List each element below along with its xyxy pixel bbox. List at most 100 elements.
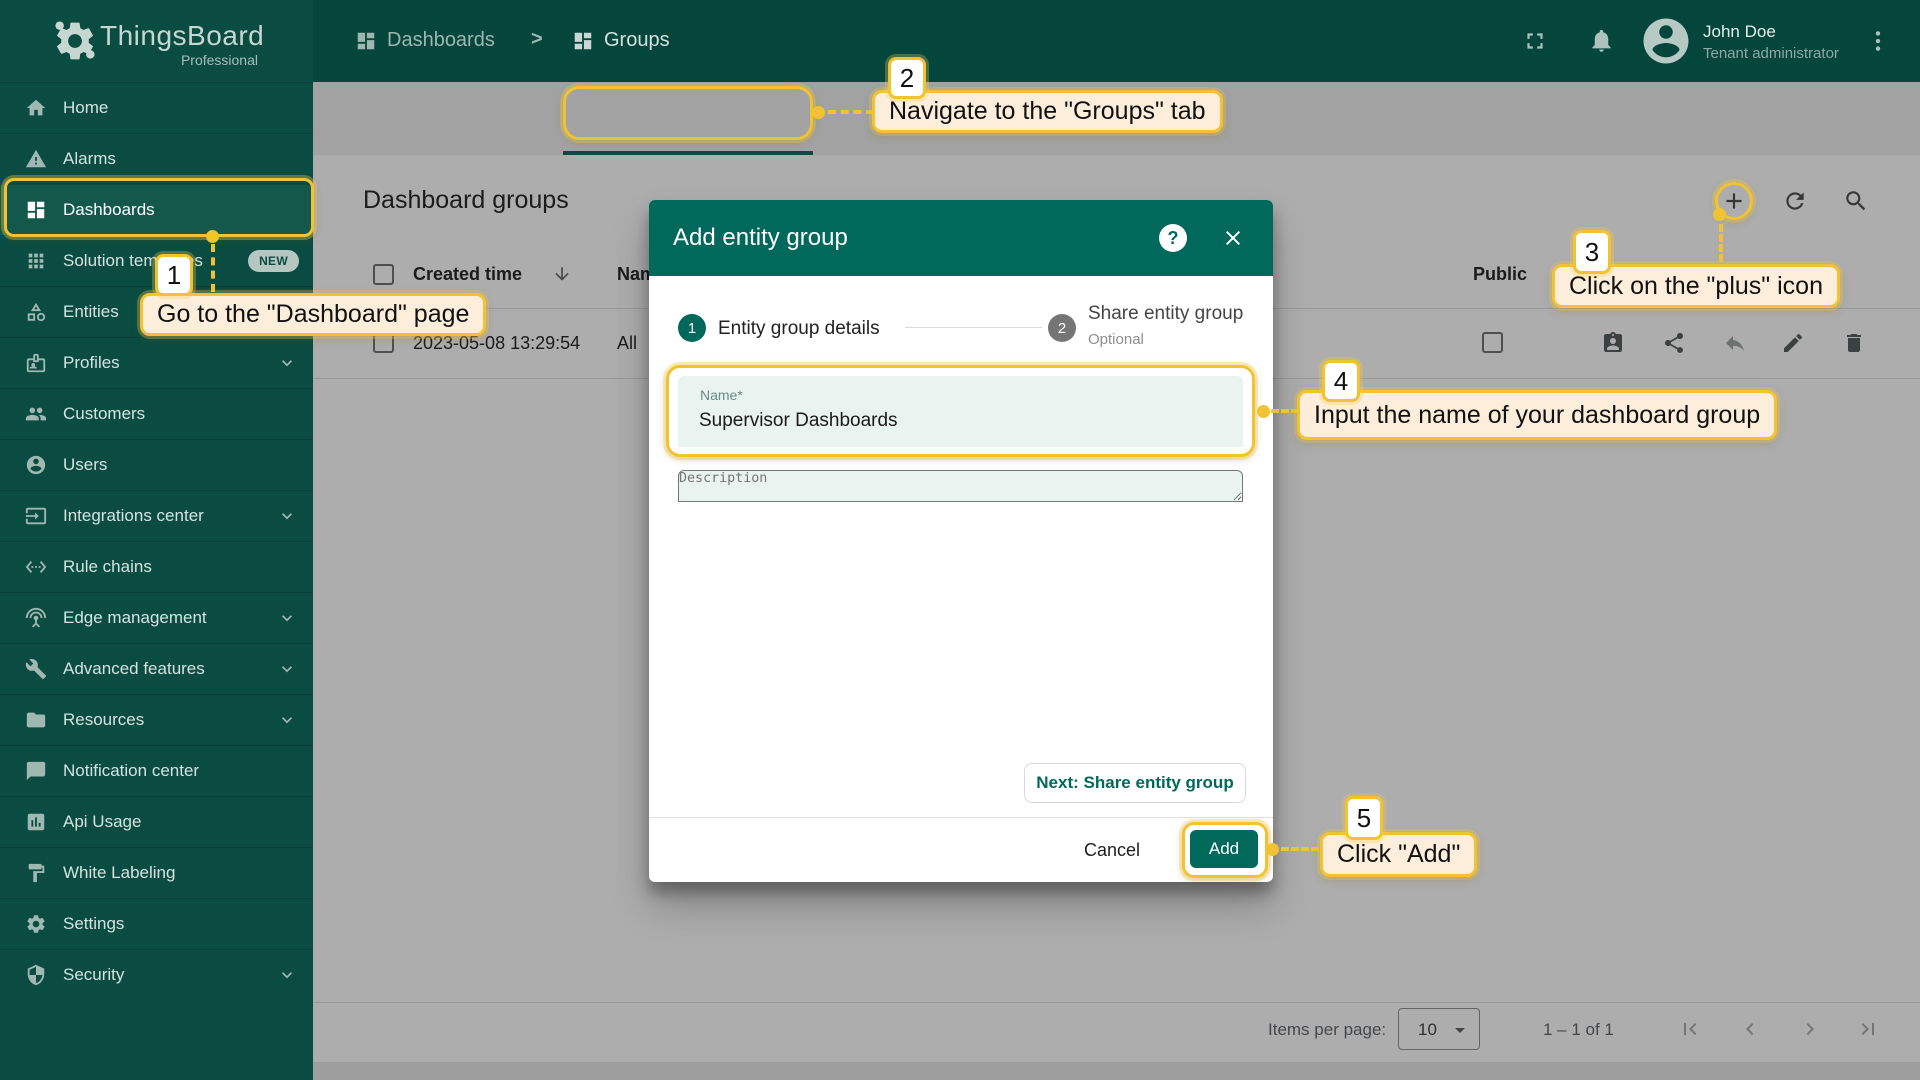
kebab-menu-icon[interactable] bbox=[1865, 28, 1891, 54]
integration-icon bbox=[25, 505, 47, 527]
help-icon[interactable]: ? bbox=[1159, 224, 1187, 252]
breadcrumb-groups: Groups bbox=[604, 29, 670, 52]
close-icon[interactable] bbox=[1221, 226, 1245, 250]
chevron-down-icon bbox=[277, 710, 297, 730]
message-icon bbox=[25, 760, 47, 782]
breadcrumb-separator: > bbox=[531, 28, 543, 51]
sidebar-item-settings[interactable]: Settings bbox=[0, 898, 313, 949]
highlight-dashboards-item bbox=[4, 178, 314, 237]
annotation-text-1: Go to the "Dashboard" page bbox=[140, 293, 486, 336]
shield-icon bbox=[25, 964, 47, 986]
step-1-label: Entity group details bbox=[718, 318, 880, 340]
chevron-down-icon bbox=[277, 965, 297, 985]
connector-line-1 bbox=[211, 244, 215, 292]
step-2-hint: Optional bbox=[1088, 331, 1144, 348]
avatar[interactable] bbox=[1639, 14, 1693, 68]
next-share-entity-group-button[interactable]: Next: Share entity group bbox=[1024, 763, 1246, 803]
fullscreen-icon[interactable] bbox=[1522, 28, 1548, 54]
sidebar-item-label: Advanced features bbox=[63, 659, 205, 679]
sidebar-item-integrations-center[interactable]: Integrations center bbox=[0, 490, 313, 541]
sidebar-item-label: Profiles bbox=[63, 353, 120, 373]
badge-icon bbox=[25, 352, 47, 374]
sidebar-item-advanced-features[interactable]: Advanced features bbox=[0, 643, 313, 694]
stepper-divider bbox=[905, 327, 1042, 328]
bar-chart-icon bbox=[25, 811, 47, 833]
sidebar-item-edge-management[interactable]: Edge management bbox=[0, 592, 313, 643]
connector-dot-3 bbox=[1713, 208, 1726, 221]
annotation-number-4: 4 bbox=[1322, 360, 1360, 402]
antenna-icon bbox=[25, 607, 47, 629]
sidebar-item-label: Security bbox=[63, 965, 124, 985]
thingsboard-app: ThingsBoard Professional Home Alarms Das… bbox=[0, 0, 1920, 1080]
sidebar-item-label: Alarms bbox=[63, 149, 116, 169]
connector-line-2 bbox=[828, 110, 874, 114]
highlight-groups-tab bbox=[563, 86, 813, 140]
code-brackets-icon bbox=[25, 556, 47, 578]
dialog-title: Add entity group bbox=[673, 224, 848, 252]
person-icon bbox=[25, 454, 47, 476]
annotation-text-5: Click "Add" bbox=[1320, 832, 1477, 877]
sidebar-item-label: Entities bbox=[63, 302, 119, 322]
sidebar-item-security[interactable]: Security bbox=[0, 949, 313, 1000]
chevron-down-icon bbox=[277, 353, 297, 373]
sidebar-item-label: Users bbox=[63, 455, 107, 475]
step-2-label: Share entity group bbox=[1088, 303, 1243, 325]
connector-line-5 bbox=[1281, 847, 1319, 851]
paint-icon bbox=[25, 862, 47, 884]
sidebar-item-label: Home bbox=[63, 98, 108, 118]
connector-line-4 bbox=[1271, 409, 1299, 413]
sidebar-item-home[interactable]: Home bbox=[0, 82, 313, 133]
sidebar-item-profiles[interactable]: Profiles bbox=[0, 337, 313, 388]
add-entity-group-dialog: Add entity group ? 1 Entity group detail… bbox=[649, 200, 1273, 882]
folder-icon bbox=[25, 709, 47, 731]
sidebar-item-label: Rule chains bbox=[63, 557, 152, 577]
breadcrumb-dashboards[interactable]: Dashboards bbox=[387, 29, 495, 52]
sidebar-item-resources[interactable]: Resources bbox=[0, 694, 313, 745]
sidebar-item-api-usage[interactable]: Api Usage bbox=[0, 796, 313, 847]
annotation-text-2: Navigate to the "Groups" tab bbox=[872, 90, 1223, 133]
connector-dot-4 bbox=[1257, 405, 1270, 418]
connector-dot-1 bbox=[206, 230, 219, 243]
dialog-footer-divider bbox=[649, 817, 1273, 818]
annotation-number-2: 2 bbox=[888, 57, 926, 99]
chevron-down-icon bbox=[277, 659, 297, 679]
connector-dot-2 bbox=[812, 106, 825, 119]
connector-dot-5 bbox=[1266, 843, 1279, 856]
bell-icon[interactable] bbox=[1588, 27, 1615, 54]
people-icon bbox=[25, 403, 47, 425]
sidebar-item-alarms[interactable]: Alarms bbox=[0, 133, 313, 184]
annotation-number-1: 1 bbox=[155, 254, 193, 296]
sidebar-item-label: Edge management bbox=[63, 608, 207, 628]
warning-icon bbox=[25, 148, 47, 170]
sidebar-item-customers[interactable]: Customers bbox=[0, 388, 313, 439]
thingsboard-logo[interactable]: ThingsBoard Professional bbox=[0, 0, 313, 82]
home-icon bbox=[25, 97, 47, 119]
sidebar-item-label: Resources bbox=[63, 710, 144, 730]
dashboard-icon bbox=[355, 30, 377, 52]
sidebar-item-users[interactable]: Users bbox=[0, 439, 313, 490]
connector-line-3 bbox=[1719, 224, 1723, 262]
step-2-circle: 2 bbox=[1048, 314, 1076, 342]
sidebar-item-label: Customers bbox=[63, 404, 145, 424]
sidebar: ThingsBoard Professional Home Alarms Das… bbox=[0, 0, 313, 1080]
sidebar-item-label: Notification center bbox=[63, 761, 199, 781]
annotation-number-3: 3 bbox=[1573, 230, 1611, 274]
sidebar-item-label: Settings bbox=[63, 914, 124, 934]
description-input[interactable] bbox=[678, 470, 1243, 502]
dialog-header: Add entity group ? bbox=[649, 200, 1273, 276]
topbar: Dashboards > Groups John Doe Tenant admi… bbox=[313, 0, 1920, 82]
sidebar-item-white-labeling[interactable]: White Labeling bbox=[0, 847, 313, 898]
chevron-down-icon bbox=[277, 506, 297, 526]
user-name: John Doe bbox=[1703, 22, 1776, 42]
sidebar-item-label: Integrations center bbox=[63, 506, 204, 526]
category-icon bbox=[25, 301, 47, 323]
dashboard-icon bbox=[572, 30, 594, 52]
sidebar-item-rule-chains[interactable]: Rule chains bbox=[0, 541, 313, 592]
user-role: Tenant administrator bbox=[1703, 45, 1839, 62]
brand-name: ThingsBoard bbox=[100, 20, 264, 52]
brand-tagline: Professional bbox=[0, 52, 258, 68]
cancel-button[interactable]: Cancel bbox=[1069, 830, 1155, 870]
new-badge: NEW bbox=[248, 250, 299, 272]
sidebar-item-notification-center[interactable]: Notification center bbox=[0, 745, 313, 796]
sidebar-item-label: Api Usage bbox=[63, 812, 141, 832]
